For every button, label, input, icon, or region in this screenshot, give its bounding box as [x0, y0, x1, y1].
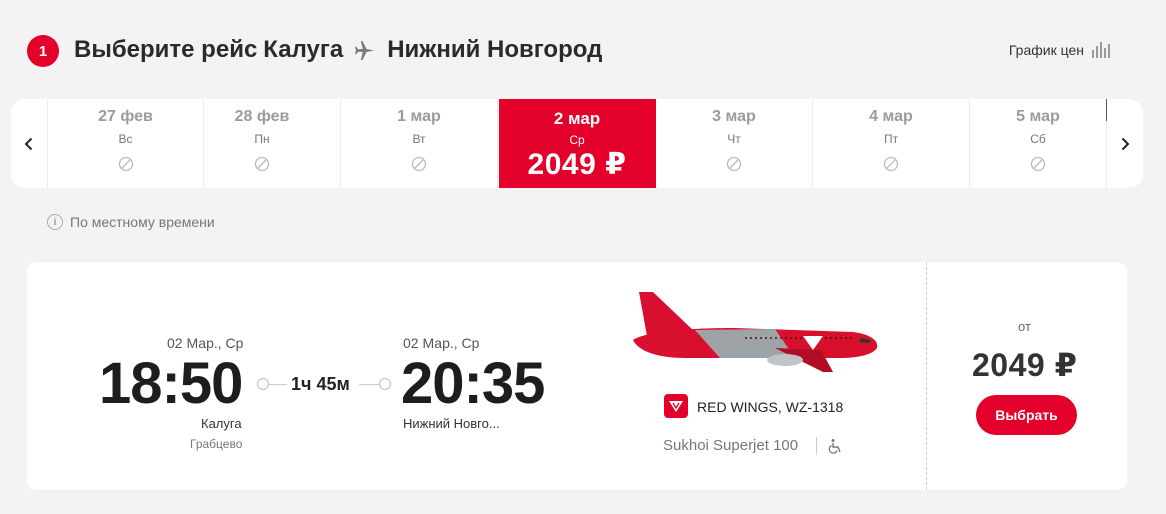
- date-label: 1 мар: [397, 108, 441, 125]
- unavailable-icon: [118, 156, 133, 172]
- unavailable-icon: [883, 156, 899, 172]
- departure-city: Калуга: [201, 416, 242, 431]
- bar-chart-icon: [1092, 42, 1110, 58]
- plane-icon: [355, 41, 375, 60]
- date-cell-4-mar[interactable]: 4 мар Пт: [813, 99, 970, 188]
- page-title: Выберите рейс Калуга Нижний Новгород: [74, 36, 602, 64]
- duration-end-dot: [379, 378, 391, 390]
- date-cell-2-mar-selected[interactable]: 2 мар Ср 2049 ₽: [499, 99, 656, 188]
- departure-time: 18:50: [99, 351, 243, 416]
- date-cell-28-feb[interactable]: 28 фев Пн: [184, 99, 341, 188]
- chevron-left-icon: [24, 137, 33, 150]
- weekday-label: Вт: [412, 132, 426, 146]
- aircraft-image: [633, 292, 878, 372]
- date-label: 5 мар: [1016, 108, 1060, 125]
- date-cell-27-feb[interactable]: 27 фев Вс: [47, 99, 204, 188]
- origin-city: Калуга: [263, 36, 344, 63]
- flight-price: 2049 ₽: [972, 347, 1078, 383]
- price-chart-label: График цен: [1008, 42, 1084, 58]
- weekday-label: Вс: [118, 132, 133, 146]
- aircraft-separator: [816, 437, 817, 455]
- arrival-city: Нижний Новго...: [403, 416, 500, 431]
- flight-duration: 1ч 45м: [291, 374, 350, 394]
- airline-flight-number: RED WINGS, WZ-1318: [697, 399, 844, 415]
- aircraft-type: Sukhoi Superjet 100: [663, 437, 799, 454]
- chevron-right-icon: [1121, 137, 1130, 150]
- select-flight-button[interactable]: Выбрать: [976, 395, 1077, 435]
- date-strip: 27 фев Вс 28 фев Пн 1 мар Вт 2 мар Ср 20…: [11, 99, 1143, 188]
- duration-start-dot: [257, 378, 269, 390]
- date-label: 2 мар: [553, 109, 601, 128]
- weekday-label: Пн: [254, 132, 270, 146]
- weekday-label: Чт: [727, 132, 741, 146]
- price-from-label: от: [1018, 319, 1031, 334]
- date-label: 28 фев: [234, 108, 290, 125]
- info-icon: i: [47, 214, 63, 230]
- unavailable-icon: [726, 156, 742, 172]
- arrival-date: 02 Мар., Ср: [403, 335, 480, 351]
- departure-airport: Грабцево: [190, 437, 243, 451]
- wheelchair-icon: [828, 439, 841, 454]
- date-cell-1-mar[interactable]: 1 мар Вт: [341, 99, 498, 188]
- date-label: 3 мар: [712, 108, 756, 125]
- weekday-label: Пт: [883, 132, 899, 146]
- step-number: 1: [38, 42, 48, 60]
- title-prefix: Выберите рейс: [74, 36, 258, 63]
- date-cell-5-mar[interactable]: 5 мар Сб: [970, 99, 1107, 188]
- date-label: 27 фев: [98, 108, 153, 125]
- prev-dates-button[interactable]: [11, 99, 47, 188]
- date-label: 4 мар: [869, 108, 913, 125]
- next-dates-button[interactable]: [1107, 99, 1143, 188]
- flight-card: 02 Мар., Ср 18:50 Калуга Грабцево 1ч 45м…: [27, 262, 1127, 490]
- weekday-label: Ср: [569, 133, 585, 147]
- destination-city: Нижний Новгород: [387, 36, 603, 63]
- date-cell-3-mar[interactable]: 3 мар Чт: [656, 99, 813, 188]
- card-divider: [926, 262, 927, 490]
- airline-logo: [664, 394, 688, 418]
- departure-date: 02 Мар., Ср: [167, 335, 244, 351]
- unavailable-icon: [411, 156, 427, 172]
- weekday-label: Сб: [1030, 132, 1046, 146]
- date-price: 2049 ₽: [527, 148, 627, 181]
- local-time-note: i По местному времени: [47, 214, 215, 230]
- step-badge: 1: [27, 35, 59, 67]
- unavailable-icon: [254, 156, 270, 172]
- arrival-time: 20:35: [401, 351, 545, 416]
- unavailable-icon: [1030, 156, 1046, 172]
- price-chart-link[interactable]: График цен: [1009, 42, 1110, 58]
- local-time-text: По местному времени: [70, 214, 215, 230]
